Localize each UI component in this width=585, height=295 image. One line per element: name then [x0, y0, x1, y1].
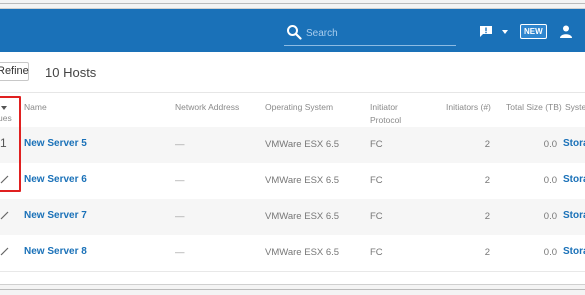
host-name-link[interactable]: New Server 5 [24, 138, 87, 149]
host-name-link[interactable]: New Server 6 [24, 174, 87, 185]
initiators-cell: 2 [484, 175, 490, 186]
system-link[interactable]: Stora [563, 174, 585, 185]
table-row[interactable]: 1 New Server 5 — VMWare ESX 6.5 FC 2 0.0… [0, 127, 585, 164]
table-row[interactable]: New Server 8 — VMWare ESX 6.5 FC 2 0.0 S… [0, 235, 585, 272]
alert-feedback-icon[interactable] [479, 25, 493, 38]
initiator-protocol-cell: FC [370, 139, 383, 150]
total-size-cell: 0.0 [543, 175, 557, 186]
initiators-cell: 2 [484, 247, 490, 258]
column-header-total-size[interactable]: Total Size (TB) [506, 101, 562, 114]
total-size-cell: 0.0 [543, 139, 557, 150]
total-size-cell: 0.0 [543, 211, 557, 222]
pencil-icon[interactable] [0, 175, 9, 184]
window-frame-bottom [0, 284, 585, 295]
column-header-issues[interactable]: ues [0, 112, 12, 125]
network-address-cell: — [175, 211, 185, 222]
window-frame-top [0, 0, 585, 9]
column-header-operating-system[interactable]: Operating System [265, 101, 333, 114]
network-address-cell: — [175, 175, 185, 186]
initiator-protocol-cell: FC [370, 211, 383, 222]
list-toolbar: Refine 10 Hosts [0, 52, 585, 92]
column-header-name[interactable]: Name [24, 101, 47, 114]
host-name-link[interactable]: New Server 8 [24, 246, 87, 257]
app-header: NEW [0, 9, 585, 52]
initiator-protocol-cell: FC [370, 247, 383, 258]
initiators-cell: 2 [484, 211, 490, 222]
search-icon[interactable] [286, 24, 302, 40]
host-count: 10 Hosts [45, 65, 97, 80]
system-link[interactable]: Stora [563, 138, 585, 149]
system-link[interactable]: Stora [563, 210, 585, 221]
table-row[interactable]: New Server 7 — VMWare ESX 6.5 FC 2 0.0 S… [0, 199, 585, 236]
operating-system-cell: VMWare ESX 6.5 [265, 211, 340, 222]
sort-desc-icon[interactable] [1, 106, 7, 110]
operating-system-cell: VMWare ESX 6.5 [265, 247, 340, 258]
new-badge[interactable]: NEW [520, 24, 547, 39]
column-header-initiator-protocol[interactable]: Initiator Protocol [370, 101, 418, 127]
initiator-protocol-cell: FC [370, 175, 383, 186]
pencil-icon[interactable] [0, 211, 9, 220]
initiators-cell: 2 [484, 139, 490, 150]
chevron-down-icon[interactable] [502, 30, 508, 34]
host-name-link[interactable]: New Server 7 [24, 210, 87, 221]
table-row[interactable]: New Server 6 — VMWare ESX 6.5 FC 2 0.0 S… [0, 163, 585, 200]
search-input[interactable] [306, 25, 454, 41]
refine-button[interactable]: Refine [0, 62, 29, 81]
user-icon[interactable] [560, 25, 572, 38]
column-header-system[interactable]: Syste [565, 101, 585, 114]
column-header-initiators[interactable]: Initiators (#) [446, 101, 491, 114]
operating-system-cell: VMWare ESX 6.5 [265, 175, 340, 186]
operating-system-cell: VMWare ESX 6.5 [265, 139, 340, 150]
table-header: ues Name Network Address Operating Syste… [0, 92, 585, 129]
total-size-cell: 0.0 [543, 247, 557, 258]
network-address-cell: — [175, 139, 185, 150]
search-box[interactable] [284, 23, 456, 46]
issues-count: 1 [0, 136, 7, 150]
network-address-cell: — [175, 247, 185, 258]
column-header-network-address[interactable]: Network Address [175, 101, 239, 114]
pencil-icon[interactable] [0, 247, 9, 256]
system-link[interactable]: Stora [563, 246, 585, 257]
